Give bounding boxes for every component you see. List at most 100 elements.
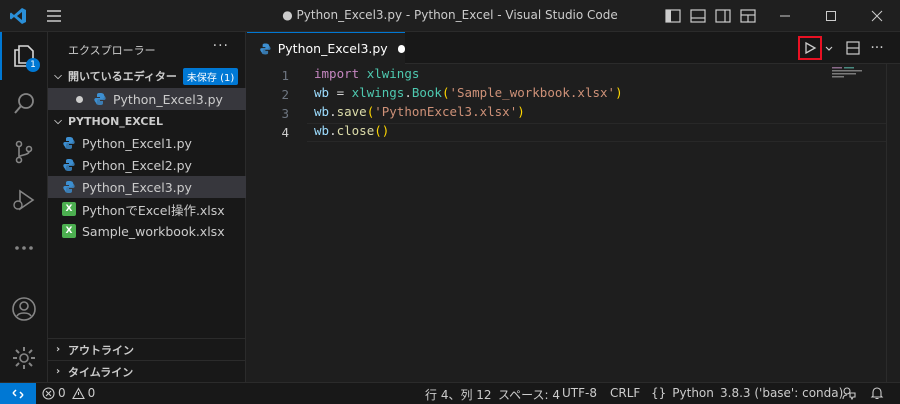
python-file-icon <box>63 181 75 193</box>
feedback-button[interactable] <box>842 386 856 403</box>
excel-file-icon: X <box>62 202 76 216</box>
minimize-button[interactable] <box>762 0 808 32</box>
cursor-position[interactable]: 行 4、列 12 <box>425 386 492 403</box>
line-number: 3 <box>281 106 289 121</box>
variable-token: wb <box>314 85 330 100</box>
explorer-badge: 1 <box>26 58 40 72</box>
excel-file-icon: X <box>62 224 76 238</box>
open-editor-label: Python_Excel3.py <box>113 91 223 107</box>
punctuation-token: . <box>329 104 337 119</box>
variable-token: wb <box>314 123 330 138</box>
code-line-1[interactable]: import xlwings <box>314 66 419 85</box>
status-bar: 0 0 行 4、列 12 スペース: 4 UTF-8 CRLF {} Pytho… <box>0 382 900 404</box>
feedback-icon <box>842 387 856 401</box>
folder-section-header[interactable]: ⌵ PYTHON_EXCEL <box>48 110 246 132</box>
line-number: 4 <box>281 125 289 140</box>
explorer-more-actions[interactable]: ··· <box>213 38 229 54</box>
code-line-4[interactable]: wb.close() <box>314 123 389 142</box>
string-token: 'PythonExcel3.xlsx' <box>374 104 518 119</box>
braces-icon: {} <box>651 386 667 400</box>
string-token: 'Sample_workbook.xlsx' <box>449 85 616 100</box>
file-item-python-excel3[interactable]: Python_Excel3.py <box>48 176 246 198</box>
indentation-setting[interactable]: スペース: 4 <box>498 386 560 403</box>
code-line-2[interactable]: wb = xlwings.Book('Sample_workbook.xlsx'… <box>314 85 623 104</box>
file-item-python-excel2[interactable]: Python_Excel2.py <box>48 154 246 176</box>
chevron-down-icon: ⌵ <box>54 70 62 82</box>
timeline-title: タイムライン <box>68 365 134 379</box>
search-activity-button[interactable] <box>0 80 48 128</box>
open-editors-title: 開いているエディター <box>68 70 177 83</box>
chevron-down-icon: ⌵ <box>54 115 62 127</box>
encoding-setting[interactable]: UTF-8 <box>562 386 597 400</box>
remote-indicator-button[interactable] <box>0 383 36 404</box>
open-editor-item[interactable]: Python_Excel3.py <box>48 88 246 110</box>
operator-token: = <box>329 85 352 100</box>
variable-token: wb <box>314 104 330 119</box>
file-item-sample-workbook[interactable]: X Sample_workbook.xlsx <box>48 220 246 242</box>
close-window-button[interactable] <box>854 0 900 32</box>
python-file-icon <box>260 43 271 54</box>
unsaved-dot-icon[interactable] <box>76 95 83 103</box>
language-label: Python <box>672 386 714 400</box>
chevron-down-icon <box>825 46 833 51</box>
explorer-header: エクスプローラー <box>68 44 156 57</box>
toggle-primary-sidebar-icon[interactable] <box>663 6 683 26</box>
customize-layout-icon[interactable] <box>738 6 758 26</box>
unsaved-badge: 未保存 (1) <box>182 67 239 85</box>
accounts-button[interactable] <box>0 285 48 333</box>
code-line-3[interactable]: wb.save('PythonExcel3.xlsx') <box>314 104 525 123</box>
chevron-right-icon: › <box>55 344 61 355</box>
function-token: close <box>336 123 375 138</box>
folder-title: PYTHON_EXCEL <box>68 114 163 128</box>
remote-icon <box>12 389 24 399</box>
file-label: Python_Excel1.py <box>82 135 192 151</box>
error-icon <box>42 386 55 400</box>
file-label: Python_Excel2.py <box>82 157 192 173</box>
play-icon <box>805 41 817 55</box>
editor-tab-bar: Python_Excel3.py ··· <box>247 32 900 64</box>
source-control-icon <box>15 140 33 164</box>
notifications-button[interactable] <box>870 386 884 403</box>
punctuation-token: . <box>404 85 412 100</box>
bracket-token: ( <box>441 85 450 100</box>
file-item-python-excel-xlsx[interactable]: X PythonでExcel操作.xlsx <box>48 198 246 220</box>
open-editors-section-header[interactable]: ⌵ 開いているエディター 未保存 (1) <box>48 65 246 87</box>
code-editor[interactable]: 1 2 3 4 import xlwings wb = xlwings.Book… <box>247 64 900 382</box>
source-control-activity-button[interactable] <box>0 128 48 176</box>
more-views-button[interactable] <box>0 224 48 272</box>
function-token: save <box>336 104 367 119</box>
bracket-token: () <box>374 123 390 138</box>
outline-section-header[interactable]: › アウトライン <box>48 338 246 360</box>
explorer-activity-button[interactable]: 1 <box>0 32 48 80</box>
outline-title: アウトライン <box>68 343 134 357</box>
file-label: PythonでExcel操作.xlsx <box>82 202 225 218</box>
search-icon <box>14 93 34 114</box>
maximize-button[interactable] <box>808 0 854 32</box>
run-options-dropdown[interactable] <box>823 38 835 58</box>
minimap[interactable] <box>832 66 868 80</box>
warning-icon <box>71 386 85 399</box>
line-number: 1 <box>281 68 289 83</box>
editor-tab[interactable]: Python_Excel3.py <box>247 32 405 64</box>
eol-setting[interactable]: CRLF <box>610 386 640 400</box>
vertical-scrollbar[interactable] <box>886 64 900 382</box>
toggle-panel-icon[interactable] <box>688 6 708 26</box>
bell-icon <box>870 387 884 400</box>
run-and-debug-activity-button[interactable] <box>0 176 48 224</box>
toggle-secondary-sidebar-icon[interactable] <box>713 6 733 26</box>
manage-button[interactable] <box>0 334 48 382</box>
module-token: xlwings <box>366 66 420 81</box>
editor-more-actions[interactable]: ··· <box>867 38 887 58</box>
timeline-section-header[interactable]: › タイムライン <box>48 360 246 382</box>
problems-indicator[interactable]: 0 0 <box>42 386 95 400</box>
unsaved-dot-icon[interactable] <box>397 44 405 53</box>
split-editor-button[interactable] <box>843 38 863 58</box>
gear-icon <box>13 347 35 369</box>
language-mode[interactable]: {} Python <box>651 386 714 400</box>
error-count: 0 <box>58 386 66 400</box>
file-label: Sample_workbook.xlsx <box>82 223 225 239</box>
account-icon <box>12 297 36 321</box>
python-interpreter[interactable]: 3.8.3 ('base': conda) <box>720 386 843 400</box>
file-item-python-excel1[interactable]: Python_Excel1.py <box>48 132 246 154</box>
run-python-file-button[interactable] <box>798 36 822 60</box>
